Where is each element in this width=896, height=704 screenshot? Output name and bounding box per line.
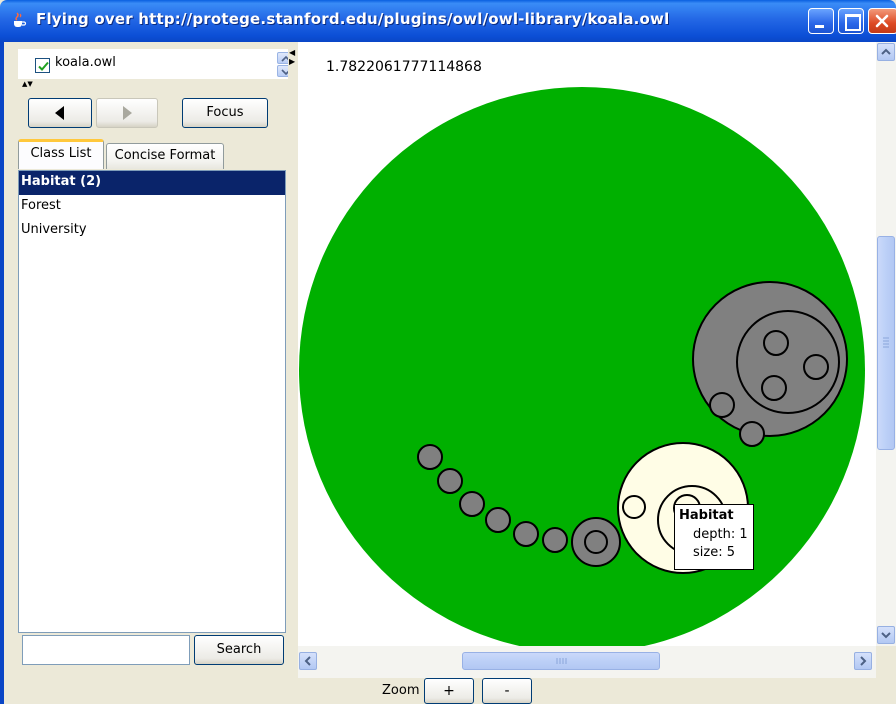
checkmark-icon <box>38 61 49 71</box>
scroll-up-button[interactable] <box>877 43 895 61</box>
tooltip-depth: depth: 1 <box>693 527 748 542</box>
chevron-down-icon <box>881 632 891 639</box>
scroll-left-button[interactable] <box>299 652 317 670</box>
left-panel: koala.owl ▲▼ Focus Class List Concise Fo… <box>4 42 295 678</box>
visualization-canvas[interactable]: 1.7822061777114868 Habitat depth: 1 size… <box>298 42 876 646</box>
class-list: Habitat (2) Forest University <box>18 170 286 633</box>
chevron-up-icon <box>881 48 891 55</box>
vertical-scroll-thumb[interactable] <box>877 236 895 450</box>
tooltip-title: Habitat <box>679 508 734 523</box>
java-cup-icon <box>9 11 27 29</box>
divider-arrows-icon[interactable]: ◀ ▶ <box>289 48 295 66</box>
ontology-label: koala.owl <box>55 55 116 70</box>
split-divider[interactable]: ◀ ▶ <box>288 42 298 678</box>
chevron-right-icon <box>860 656 867 666</box>
zoom-out-button[interactable]: - <box>482 678 532 704</box>
split-pane-arrows-icon[interactable]: ▲▼ <box>22 81 33 88</box>
zoom-label: Zoom <box>382 683 420 698</box>
list-item[interactable]: Habitat (2) <box>19 171 285 195</box>
scroll-corner <box>876 646 896 678</box>
close-icon <box>875 14 889 28</box>
chevron-left-icon <box>304 656 311 666</box>
back-button[interactable] <box>28 98 92 128</box>
arrow-left-icon <box>55 106 64 120</box>
tab-class-list[interactable]: Class List <box>18 139 104 169</box>
vertical-scrollbar[interactable] <box>876 42 896 646</box>
title-bar[interactable]: Flying over http://protege.stanford.edu/… <box>0 0 896 42</box>
zoom-in-button[interactable]: + <box>424 678 474 704</box>
ontology-checkbox[interactable] <box>35 58 50 73</box>
search-button[interactable]: Search <box>194 635 284 665</box>
zoom-bar: Zoom + - <box>4 678 896 704</box>
node-tooltip: Habitat depth: 1 size: 5 <box>674 504 754 570</box>
search-input[interactable] <box>22 635 190 665</box>
window-title: Flying over http://protege.stanford.edu/… <box>36 10 670 28</box>
grip-icon <box>883 337 889 348</box>
scroll-right-button[interactable] <box>854 652 872 670</box>
horizontal-scroll-thumb[interactable] <box>462 652 660 670</box>
list-item[interactable]: Forest <box>19 195 285 219</box>
tab-concise-format[interactable]: Concise Format <box>106 143 224 169</box>
ontology-selector[interactable]: koala.owl <box>18 49 295 79</box>
minimize-button[interactable] <box>808 8 834 34</box>
scroll-down-button[interactable] <box>877 626 895 644</box>
list-item[interactable]: University <box>19 219 285 243</box>
arrow-right-icon <box>123 106 132 120</box>
maximize-button[interactable] <box>838 8 864 34</box>
close-button[interactable] <box>868 8 896 34</box>
tooltip-size: size: 5 <box>693 545 735 560</box>
zoom-readout: 1.7822061777114868 <box>326 59 482 75</box>
grip-icon <box>556 658 567 664</box>
forward-button[interactable] <box>96 98 158 128</box>
focus-button[interactable]: Focus <box>182 98 268 128</box>
horizontal-scrollbar[interactable] <box>298 646 876 678</box>
circle-pack-graph[interactable] <box>298 42 876 646</box>
